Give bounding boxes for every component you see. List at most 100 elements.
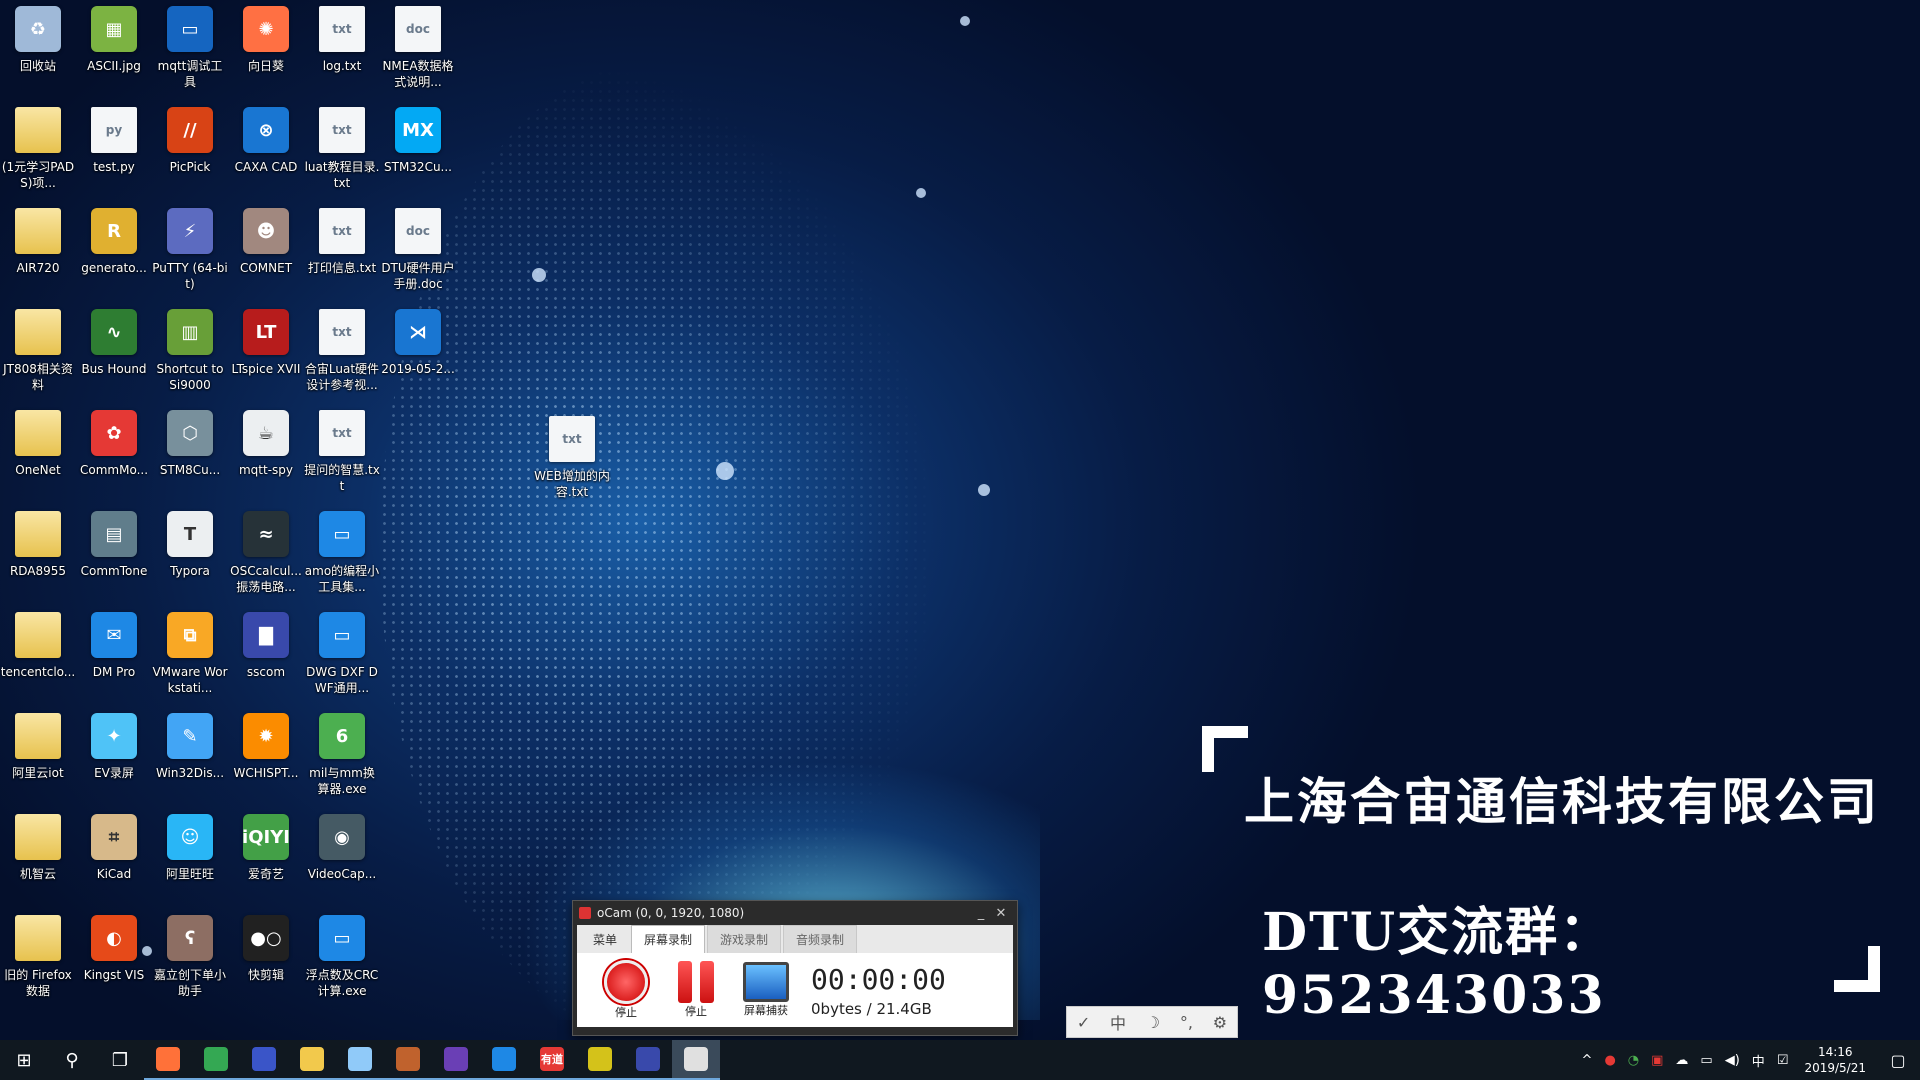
desktop-icon[interactable]: ♻ 回收站 [0, 0, 76, 101]
tray-check-icon[interactable]: ☑ [1771, 1053, 1795, 1068]
start-button[interactable]: ⊞ [0, 1040, 48, 1080]
desktop-icon[interactable]: ▇ sscom [228, 606, 304, 707]
desktop-icon[interactable]: 6 mil与mm换算器.exe [304, 707, 380, 808]
desktop-icon[interactable]: txt luat教程目录.txt [304, 101, 380, 202]
ime-toggle-icon[interactable]: ✓ [1077, 1013, 1090, 1032]
taskbar-app-app-cad[interactable] [384, 1040, 432, 1080]
taskbar-app-mail[interactable] [480, 1040, 528, 1080]
desktop-icon[interactable]: ◐ Kingst VIS [76, 909, 152, 1010]
desktop-icon[interactable]: txt 打印信息.txt [304, 202, 380, 303]
desktop-icon[interactable]: ⌗ KiCad [76, 808, 152, 909]
taskbar-app-vscode[interactable] [432, 1040, 480, 1080]
desktop-icon[interactable]: 机智云 [0, 808, 76, 909]
desktop-icon[interactable]: AIR720 [0, 202, 76, 303]
tray-record-icon[interactable]: ● [1598, 1053, 1621, 1068]
tray-app-icon[interactable]: ▣ [1645, 1053, 1669, 1068]
desktop-icon[interactable]: txt WEB增加的内容.txt [534, 410, 610, 511]
desktop-icon[interactable]: iQIYI 爱奇艺 [228, 808, 304, 909]
desktop-icon[interactable]: JT808相关资料 [0, 303, 76, 404]
taskbar-app-ocam[interactable] [672, 1040, 720, 1080]
desktop-icon[interactable]: ✉ DM Pro [76, 606, 152, 707]
volume-icon[interactable]: ◀) [1719, 1053, 1746, 1068]
desktop-icon[interactable]: ☻ COMNET [228, 202, 304, 303]
desktop-icon[interactable]: 阿里云iot [0, 707, 76, 808]
desktop-icon[interactable]: ✹ WCHISPT... [228, 707, 304, 808]
desktop-icon[interactable]: (1元学习PADS)项... [0, 101, 76, 202]
input-language-indicator[interactable]: 中 [1746, 1051, 1771, 1070]
app-icon: ʕ [167, 915, 213, 961]
desktop-icon[interactable]: ▭ mqtt调试工具 [152, 0, 228, 101]
pause-stop-button[interactable]: 停止 [661, 961, 731, 1019]
taskbar-app-firefox[interactable] [144, 1040, 192, 1080]
minimize-button[interactable]: _ [971, 906, 991, 921]
desktop-icon[interactable]: txt 合宙Luat硬件设计参考视... [304, 303, 380, 404]
desktop-icon[interactable]: Rgenerato... [76, 202, 152, 303]
desktop-icon[interactable]: LT LTspice XVII [228, 303, 304, 404]
close-button[interactable]: ✕ [991, 906, 1011, 921]
show-hidden-icons[interactable]: ^ [1576, 1053, 1599, 1068]
desktop-icon[interactable]: ▭ 浮点数及CRC计算.exe [304, 909, 380, 1010]
record-stop-button[interactable]: 停止 [591, 960, 661, 1020]
desktop-icon-label: 向日葵 [247, 59, 284, 73]
search-icon[interactable]: ⚲ [48, 1040, 96, 1080]
desktop-icon-label: 2019-05-2... [381, 362, 455, 376]
tray-wechat-icon[interactable]: ◔ [1622, 1053, 1645, 1068]
desktop-icon[interactable]: ʕ 嘉立创下单小助手 [152, 909, 228, 1010]
desktop-icon[interactable]: ⧉ VMware Workstati... [152, 606, 228, 707]
desktop-icon[interactable]: ●○ 快剪辑 [228, 909, 304, 1010]
desktop-icon[interactable]: ▭ DWG DXF DWF通用... [304, 606, 380, 707]
tab-menu[interactable]: 菜单 [581, 926, 629, 953]
taskbar-app-notepad[interactable] [336, 1040, 384, 1080]
desktop-icon[interactable]: // PicPick [152, 101, 228, 202]
desktop-icon[interactable]: ⊗ CAXA CAD [228, 101, 304, 202]
desktop-icon[interactable]: tencentclo... [0, 606, 76, 707]
desktop-icon[interactable]: OneNet [0, 404, 76, 505]
desktop-icon[interactable]: ▭ amo的编程小工具集... [304, 505, 380, 606]
desktop-icon[interactable]: ▦ ASCII.jpg [76, 0, 152, 101]
desktop-icon[interactable]: ✦ EV录屏 [76, 707, 152, 808]
desktop-icon[interactable]: T Typora [152, 505, 228, 606]
tab-audio-record[interactable]: 音频录制 [783, 925, 858, 953]
task-view-icon[interactable]: ❐ [96, 1040, 144, 1080]
desktop-icon[interactable]: ⋊ 2019-05-2... [380, 303, 456, 404]
tab-game-record[interactable]: 游戏录制 [707, 925, 782, 953]
desktop-icon[interactable]: txt 提问的智慧.txt [304, 404, 380, 505]
desktop-icon[interactable]: MX STM32Cu... [380, 101, 456, 202]
desktop-icon[interactable]: ⚡ PuTTY (64-bit) [152, 202, 228, 303]
network-icon[interactable]: ▭ [1694, 1053, 1718, 1068]
desktop-icon[interactable]: doc NMEA数据格式说明... [380, 0, 456, 101]
desktop-icon[interactable]: ✎ Win32Dis... [152, 707, 228, 808]
desktop-icon[interactable]: ≈ OSCcalcul... 振荡电路... [228, 505, 304, 606]
app-icon: ≈ [243, 511, 289, 557]
ime-settings-icon[interactable]: ⚙ [1213, 1013, 1227, 1032]
action-center-icon[interactable]: ▢ [1876, 1051, 1920, 1070]
desktop-icon[interactable]: ☕ mqtt-spy [228, 404, 304, 505]
tab-screen-record[interactable]: 屏幕录制 [631, 925, 706, 953]
ime-chinese-mode[interactable]: 中 [1110, 1010, 1126, 1034]
desktop-icon[interactable]: doc DTU硬件用户手册.doc [380, 202, 456, 303]
desktop-icon[interactable]: ✿ CommMo... [76, 404, 152, 505]
clock[interactable]: 14:16 2019/5/21 [1794, 1044, 1876, 1076]
desktop-icon[interactable]: txt log.txt [304, 0, 380, 101]
ime-punctuation-icon[interactable]: °, [1180, 1013, 1193, 1032]
desktop-icon[interactable]: ✺ 向日葵 [228, 0, 304, 101]
screen-capture-button[interactable]: 屏幕捕获 [731, 962, 801, 1018]
taskbar-app-chrome[interactable] [192, 1040, 240, 1080]
taskbar-app-app-blue[interactable] [240, 1040, 288, 1080]
desktop-icon[interactable]: 旧的 Firefox 数据 [0, 909, 76, 1010]
taskbar-app-explorer[interactable] [288, 1040, 336, 1080]
ocam-titlebar[interactable]: oCam (0, 0, 1920, 1080) _ ✕ [573, 901, 1017, 925]
desktop-icon[interactable]: ∿ Bus Hound [76, 303, 152, 404]
desktop-icon[interactable]: ▥ Shortcut to Si9000 [152, 303, 228, 404]
taskbar-app-app-yellow[interactable] [576, 1040, 624, 1080]
ime-moon-icon[interactable]: ☽ [1146, 1013, 1160, 1032]
onedrive-icon[interactable]: ☁ [1669, 1053, 1694, 1068]
desktop-icon[interactable]: ☺ 阿里旺旺 [152, 808, 228, 909]
taskbar-app-sscom[interactable] [624, 1040, 672, 1080]
taskbar-app-youdao[interactable]: 有道 [528, 1040, 576, 1080]
desktop-icon[interactable]: py test.py [76, 101, 152, 202]
desktop-icon[interactable]: RDA8955 [0, 505, 76, 606]
desktop-icon[interactable]: ▤ CommTone [76, 505, 152, 606]
desktop-icon[interactable]: ⬡ STM8Cu... [152, 404, 228, 505]
desktop-icon[interactable]: ◉ VideoCap... [304, 808, 380, 909]
